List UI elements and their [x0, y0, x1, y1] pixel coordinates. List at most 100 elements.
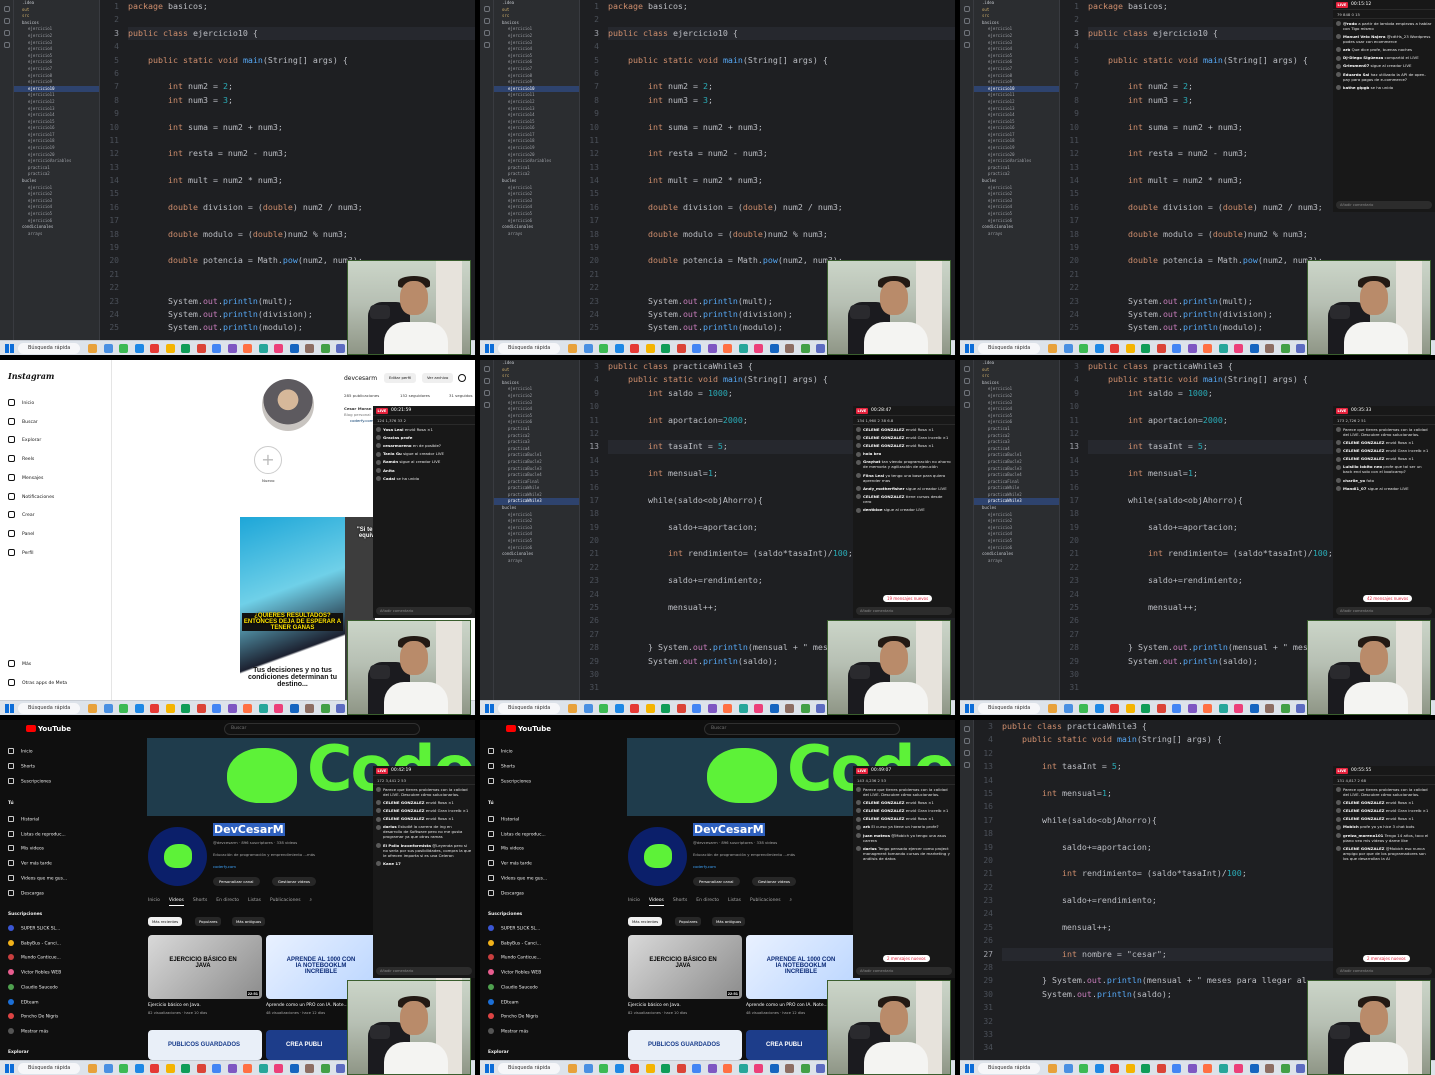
code-line[interactable]: public class ejercicio10 { [608, 26, 955, 41]
windows-start-icon[interactable] [485, 344, 494, 353]
chat-username[interactable]: arb [1343, 47, 1350, 52]
taskbar-app-icon[interactable] [785, 1064, 794, 1073]
tree-file[interactable]: arrays [974, 558, 1059, 565]
taskbar-app-icon[interactable] [134, 344, 144, 353]
taskbar-app-icon[interactable] [785, 344, 794, 353]
filter-chip[interactable]: Populares [675, 917, 702, 926]
tree-file[interactable]: practica2 [974, 171, 1059, 178]
taskbar-app-icon[interactable] [769, 704, 779, 713]
code-line[interactable] [608, 134, 955, 147]
taskbar-app-icon[interactable] [707, 704, 717, 713]
taskbar-app-icon[interactable] [614, 344, 624, 353]
tree-file[interactable]: ejercicio5 [974, 211, 1059, 218]
code-line[interactable]: public class practicaWhile3 { [1002, 720, 1435, 733]
taskbar-app-icon[interactable] [1094, 1064, 1104, 1073]
code-line[interactable] [128, 134, 475, 147]
subscription-item[interactable]: Victor Robles WEB [8, 969, 61, 976]
channel-avatar[interactable] [628, 827, 687, 886]
customize-channel-button[interactable]: Personalizar canal [213, 877, 260, 886]
taskbar-app-icon[interactable] [243, 1064, 252, 1073]
taskbar-app-icon[interactable] [227, 344, 237, 353]
tree-file[interactable]: practica1 [14, 165, 99, 172]
manage-videos-button[interactable]: Gestionar videos [272, 877, 316, 886]
tree-file[interactable]: ejercicio7 [14, 66, 99, 73]
windows-start-icon[interactable] [5, 704, 14, 713]
chat-username[interactable]: Yosa Leal [383, 427, 404, 432]
tree-file[interactable]: ejercicio8 [14, 73, 99, 80]
tree-file[interactable]: practicaWhile [494, 485, 579, 492]
sidebar-item[interactable]: Historial [8, 816, 39, 823]
taskbar-app-icon[interactable] [769, 1064, 779, 1073]
taskbar-app-icon[interactable] [1125, 1064, 1135, 1073]
taskbar-app-icon[interactable] [212, 1064, 221, 1073]
chat-username[interactable]: Anita [383, 468, 395, 473]
tree-file[interactable]: practica2 [14, 171, 99, 178]
sidebar-you-header[interactable]: Tú [488, 801, 494, 806]
taskbar-app-icon[interactable] [1048, 704, 1057, 713]
chat-comment-input[interactable]: Añadir comentario [1336, 201, 1432, 209]
tree-file[interactable]: ejercicio4 [494, 406, 579, 413]
taskbar-app-icon[interactable] [800, 1064, 810, 1073]
chat-username[interactable]: Andy_motherfisher [863, 486, 905, 491]
subscription-item[interactable]: Mostrar más [488, 1027, 528, 1034]
taskbar-app-icon[interactable] [1125, 704, 1135, 713]
taskbar-app-icon[interactable] [1063, 344, 1073, 353]
tree-folder[interactable]: .idea [494, 0, 579, 7]
taskbar-app-icon[interactable] [723, 344, 732, 353]
taskbar-app-icon[interactable] [723, 704, 732, 713]
taskbar-app-icon[interactable] [1203, 344, 1212, 353]
tree-file[interactable]: practicaBucle1 [974, 452, 1059, 459]
tree-file[interactable]: ejercicio9 [974, 79, 1059, 86]
code-line[interactable]: int num3 = 3; [128, 94, 475, 107]
taskbar-app-icon[interactable] [599, 344, 608, 353]
code-line[interactable]: public class practicaWhile3 { [1088, 360, 1435, 373]
tree-file[interactable]: ejercicio7 [494, 66, 579, 73]
code-line[interactable]: public static void main(String[] args) { [1088, 373, 1435, 386]
taskbar-app-icon[interactable] [1141, 1064, 1150, 1073]
manage-videos-button[interactable]: Gestionar videos [752, 877, 796, 886]
filter-chip[interactable]: Más antiguos [232, 917, 266, 926]
tree-file[interactable]: ejercicio3 [974, 40, 1059, 47]
sidebar-item[interactable]: Listas de reproduc... [8, 830, 66, 837]
tab[interactable]: Inicio [628, 898, 640, 903]
code-line[interactable]: double modulo = (double)num2 % num3; [128, 228, 475, 241]
chat-username[interactable]: CELENE GONZALEZ [1343, 816, 1384, 821]
sidebar-item[interactable]: Videos que me gus... [8, 874, 67, 881]
code-line[interactable]: public static void main(String[] args) { [608, 54, 955, 67]
tree-file[interactable]: practica1 [494, 165, 579, 172]
taskbar-app-icon[interactable] [165, 344, 175, 353]
subscription-item[interactable]: Mundo Canticue... [488, 954, 541, 961]
taskbar-app-icon[interactable] [599, 1064, 608, 1073]
tree-file[interactable]: ejercicio20 [494, 152, 579, 159]
tree-file[interactable]: ejercicio1 [974, 185, 1059, 192]
taskbar-search[interactable]: Búsqueda rápida [498, 1063, 560, 1074]
taskbar-app-icon[interactable] [320, 1064, 330, 1073]
tree-file[interactable]: ejercicio14 [974, 112, 1059, 119]
tree-file[interactable]: ejercicioVariables [14, 158, 99, 165]
taskbar-app-icon[interactable] [630, 1064, 639, 1073]
taskbar-app-icon[interactable] [212, 344, 221, 353]
chat-username[interactable]: cesarmoreno [383, 443, 412, 448]
tree-file[interactable]: arrays [974, 231, 1059, 238]
tree-folder[interactable]: bucles [974, 178, 1059, 185]
tree-file[interactable]: practicaWhile [974, 485, 1059, 492]
tree-folder[interactable]: condicionales [494, 551, 579, 558]
code-line[interactable]: int saldo = 1000; [608, 387, 955, 400]
taskbar-app-icon[interactable] [707, 1064, 717, 1073]
code-line[interactable]: public static void main(String[] args) { [1002, 733, 1435, 746]
taskbar-app-icon[interactable] [289, 704, 299, 713]
code-line[interactable] [608, 40, 955, 53]
taskbar-app-icon[interactable] [1249, 1064, 1259, 1073]
taskbar-app-icon[interactable] [661, 344, 670, 353]
taskbar-app-icon[interactable] [723, 1064, 732, 1073]
code-line[interactable] [608, 67, 955, 80]
customize-channel-button[interactable]: Personalizar canal [693, 877, 740, 886]
tree-file[interactable]: ejercicio6 [974, 218, 1059, 225]
taskbar-app-icon[interactable] [816, 1064, 825, 1073]
tree-folder[interactable]: .idea [974, 360, 1059, 367]
code-line[interactable] [128, 187, 475, 200]
tree-file[interactable]: arrays [494, 231, 579, 238]
tree-file[interactable]: ejercicio6 [14, 59, 99, 66]
tree-file[interactable]: practica1 [974, 165, 1059, 172]
video-title[interactable]: Ejercicio básico en Java. [148, 1003, 201, 1008]
